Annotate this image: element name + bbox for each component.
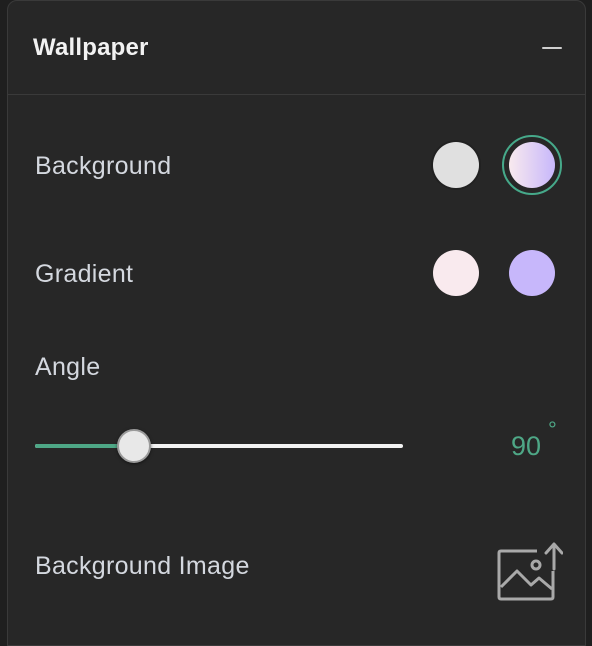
background-image-label: Background Image bbox=[35, 552, 250, 580]
gradient-end-color-swatch[interactable] bbox=[509, 250, 555, 296]
angle-value: 90 bbox=[511, 431, 542, 461]
angle-slider-track[interactable] bbox=[35, 444, 403, 448]
gradient-label: Gradient bbox=[35, 260, 134, 288]
gradient-start-color-swatch[interactable] bbox=[433, 250, 479, 296]
background-label: Background bbox=[35, 152, 172, 180]
background-solid-swatch[interactable] bbox=[433, 142, 479, 188]
angle-unit: ° bbox=[548, 417, 557, 442]
panel-header: Wallpaper bbox=[8, 1, 585, 95]
background-gradient-swatch[interactable] bbox=[509, 142, 555, 188]
minus-icon bbox=[542, 47, 562, 49]
panel-title: Wallpaper bbox=[33, 34, 149, 61]
angle-label: Angle bbox=[35, 353, 101, 381]
wallpaper-panel: Wallpaper Background Gradient Angle 90 °… bbox=[7, 0, 586, 646]
collapse-button[interactable] bbox=[537, 33, 567, 63]
image-upload-icon[interactable] bbox=[497, 541, 564, 603]
angle-slider-thumb[interactable] bbox=[117, 429, 152, 463]
